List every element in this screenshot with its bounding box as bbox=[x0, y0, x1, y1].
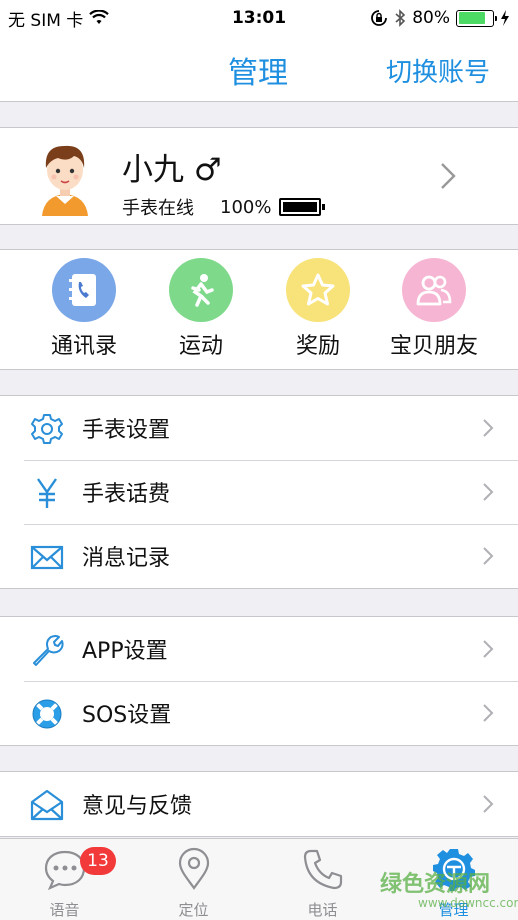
watch-battery-icon bbox=[279, 198, 326, 216]
wifi-icon bbox=[89, 10, 110, 24]
menu-label: 消息记录 bbox=[82, 546, 171, 571]
shortcut-contacts[interactable]: 通讯录 bbox=[24, 258, 144, 360]
rotation-lock-icon bbox=[371, 10, 388, 26]
menu-item-app-settings[interactable]: APP设置 bbox=[0, 617, 518, 681]
chevron-right-icon bbox=[441, 163, 456, 189]
watermark-url: www.downcc.com bbox=[418, 896, 518, 910]
tab-label: 电话 bbox=[307, 901, 338, 919]
navigation-bar: 管理 切换账号 bbox=[0, 36, 518, 102]
battery-percent: 80% bbox=[412, 8, 450, 28]
carrier-label: 无 SIM 卡 bbox=[8, 10, 84, 31]
menu-label: SOS设置 bbox=[82, 703, 172, 728]
gear-icon bbox=[31, 414, 63, 444]
child-avatar bbox=[42, 145, 88, 216]
menu-item-sos-settings[interactable]: SOS设置 bbox=[0, 681, 518, 745]
location-pin-icon bbox=[178, 847, 209, 890]
watch-status-row: 手表在线 100% bbox=[122, 194, 326, 220]
shortcut-grid: 通讯录 运动 奖励 宝贝朋友 bbox=[0, 249, 518, 370]
chevron-right-icon bbox=[483, 704, 494, 722]
menu-label: 意见与反馈 bbox=[82, 794, 193, 819]
yuan-icon bbox=[37, 478, 57, 508]
shortcut-label: 运动 bbox=[178, 334, 223, 359]
phone-book-icon bbox=[52, 258, 116, 322]
tab-label: 语音 bbox=[49, 901, 80, 919]
unread-badge: 13 bbox=[80, 847, 116, 875]
bluetooth-icon bbox=[395, 9, 406, 27]
phone-icon bbox=[303, 849, 342, 890]
battery-icon bbox=[456, 9, 497, 27]
chevron-right-icon bbox=[483, 419, 494, 437]
charging-icon bbox=[501, 10, 509, 26]
shortcut-label: 宝贝朋友 bbox=[389, 334, 478, 359]
feedback-mail-icon bbox=[30, 789, 64, 821]
menu-group-app: APP设置 SOS设置 bbox=[0, 616, 518, 746]
tab-location[interactable]: 定位 bbox=[129, 839, 258, 920]
menu-item-message-log[interactable]: 消息记录 bbox=[0, 524, 518, 588]
page-title: 管理 bbox=[228, 56, 288, 91]
menu-label: 手表话费 bbox=[82, 482, 171, 507]
chevron-right-icon bbox=[483, 795, 494, 813]
tab-voice[interactable]: 13 语音 bbox=[0, 839, 129, 920]
wrench-icon bbox=[33, 635, 64, 666]
watermark-text: 绿色资源网 bbox=[380, 872, 491, 897]
menu-group-watch: 手表设置 手表话费 消息记录 bbox=[0, 395, 518, 589]
shortcut-rewards[interactable]: 奖励 bbox=[258, 258, 378, 360]
tab-phone[interactable]: 电话 bbox=[258, 839, 387, 920]
watch-online-status: 手表在线 bbox=[122, 198, 194, 219]
shortcut-friends[interactable]: 宝贝朋友 bbox=[374, 258, 494, 360]
child-profile-card[interactable]: 小九 ♂ 手表在线 100% bbox=[0, 127, 518, 225]
shortcut-label: 奖励 bbox=[295, 334, 340, 359]
child-name: 小九 ♂ bbox=[122, 152, 222, 188]
watch-battery-percent: 100% bbox=[220, 196, 272, 218]
switch-account-button[interactable]: 切换账号 bbox=[386, 52, 490, 89]
lifebuoy-icon bbox=[32, 699, 62, 729]
menu-label: 手表设置 bbox=[82, 418, 171, 443]
envelope-icon bbox=[30, 545, 64, 570]
running-icon bbox=[169, 258, 233, 322]
chevron-right-icon bbox=[483, 483, 494, 501]
shortcut-label: 通讯录 bbox=[50, 334, 117, 359]
status-bar: 无 SIM 卡 13:01 80% bbox=[0, 0, 518, 36]
menu-item-watch-settings[interactable]: 手表设置 bbox=[0, 396, 518, 460]
friends-icon bbox=[402, 258, 466, 322]
chat-icon bbox=[44, 850, 85, 891]
menu-item-watch-bill[interactable]: 手表话费 bbox=[0, 460, 518, 524]
star-icon bbox=[286, 258, 350, 322]
menu-label: APP设置 bbox=[82, 639, 168, 664]
menu-group-feedback: 意见与反馈 bbox=[0, 771, 518, 837]
tab-label: 定位 bbox=[178, 901, 209, 919]
menu-item-feedback[interactable]: 意见与反馈 bbox=[0, 772, 518, 836]
chevron-right-icon bbox=[483, 547, 494, 565]
chevron-right-icon bbox=[483, 640, 494, 658]
shortcut-sport[interactable]: 运动 bbox=[141, 258, 261, 360]
